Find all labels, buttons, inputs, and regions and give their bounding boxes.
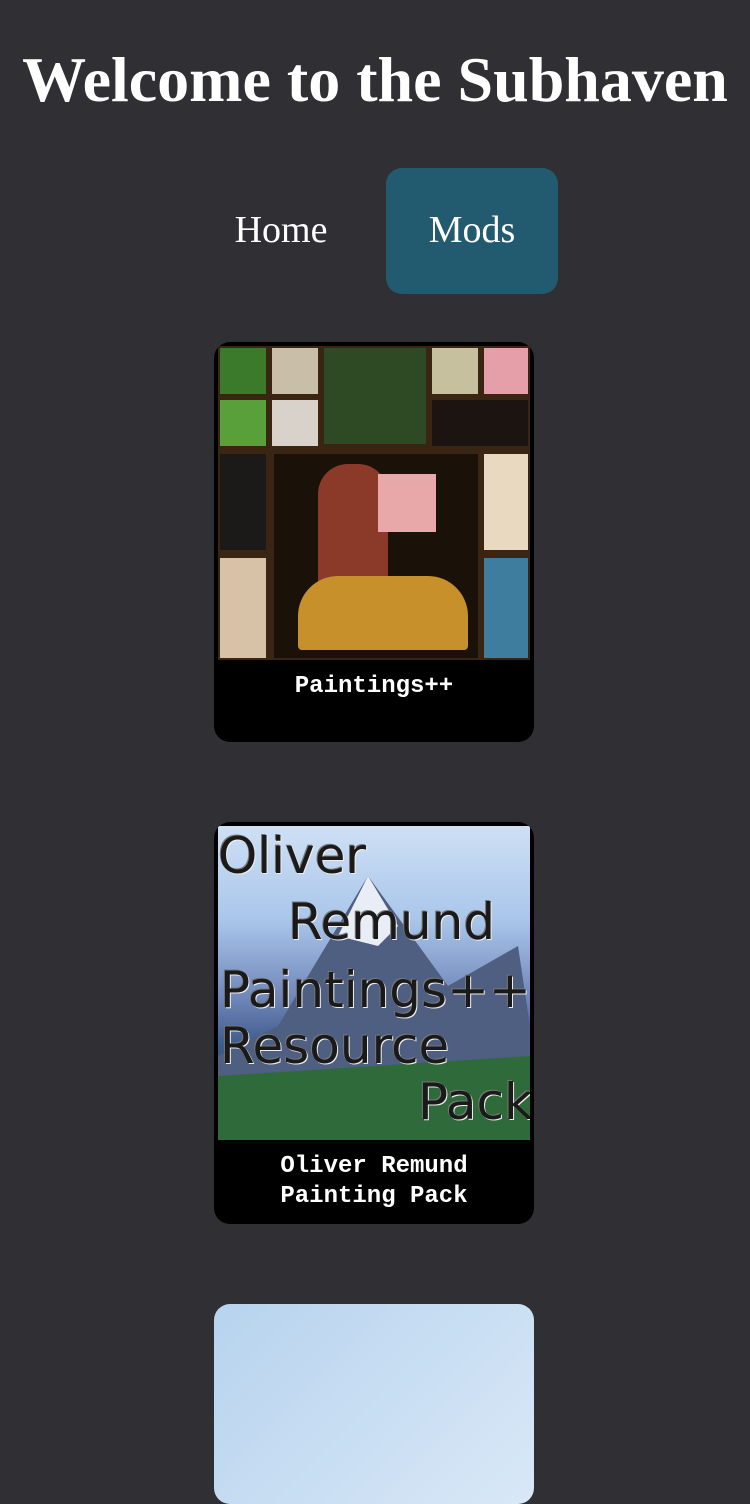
pack-text-line2: Remund xyxy=(288,893,496,951)
page-title: Welcome to the Subhaven xyxy=(22,44,728,115)
mod-title-oliver-remund: Oliver Remund Painting Pack xyxy=(214,1152,534,1212)
mod-thumbnail-paintings xyxy=(218,346,530,660)
mod-title-line1: Oliver Remund xyxy=(280,1153,468,1180)
nav-mods-link[interactable]: Mods xyxy=(386,168,558,294)
pack-text-line4: Resource xyxy=(220,1017,450,1075)
mod-title-paintings: Paintings++ xyxy=(294,673,454,700)
nav-home-link[interactable]: Home xyxy=(196,168,366,294)
nav-bar: Home Mods xyxy=(0,168,750,294)
pack-text-line1: Oliver xyxy=(218,827,367,885)
mod-thumbnail-oliver-remund: Oliver Remund Paintings++ Resource Pack xyxy=(218,826,530,1140)
mod-card-oliver-remund[interactable]: Oliver Remund Paintings++ Resource Pack … xyxy=(214,822,534,1224)
mod-card-paintings[interactable]: Paintings++ xyxy=(214,342,534,742)
pack-text-line5: Pack xyxy=(418,1073,530,1131)
mod-card-partial[interactable] xyxy=(214,1304,534,1504)
mod-title-line2: Painting Pack xyxy=(280,1183,468,1210)
pack-text-line3: Paintings++ xyxy=(220,961,530,1019)
